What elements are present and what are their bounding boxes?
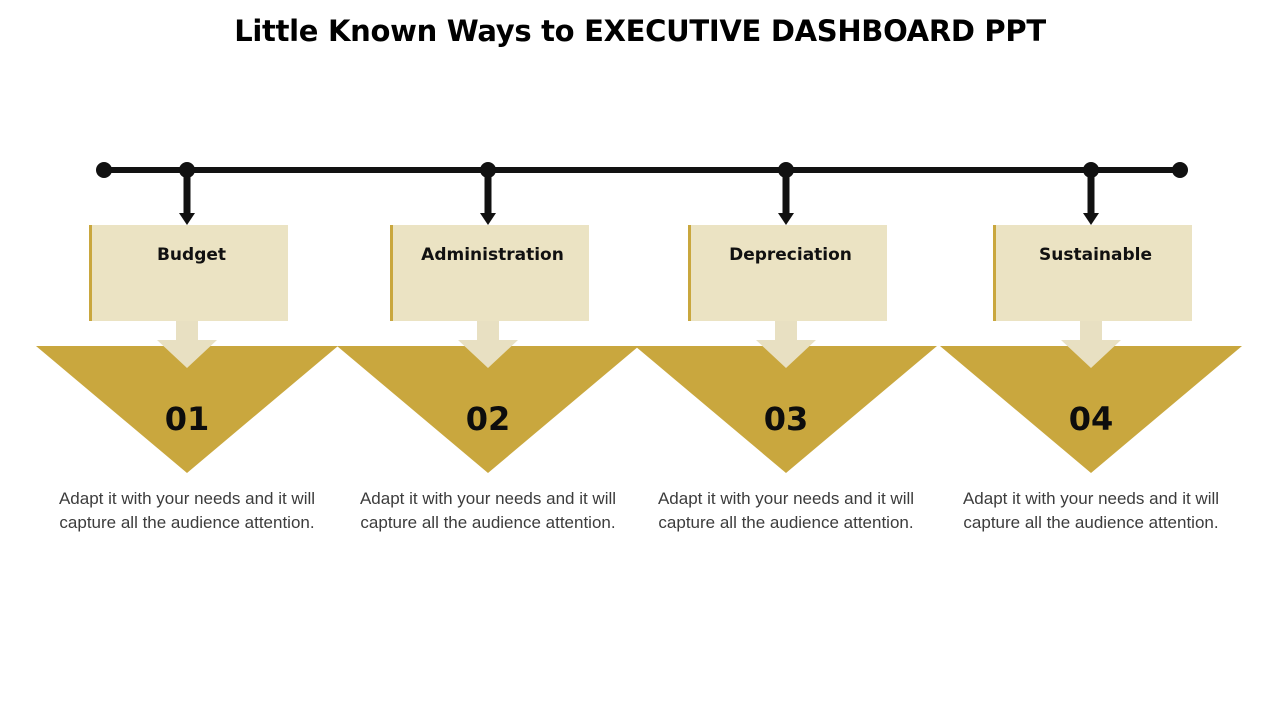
step-card-3: Depreciation [688, 225, 887, 321]
step-description-2: Adapt it with your needs and it will cap… [359, 489, 617, 532]
step-label-3: Depreciation [729, 245, 852, 265]
step-description-4: Adapt it with your needs and it will cap… [962, 489, 1220, 532]
step-number-3: 03 [763, 400, 809, 438]
inner-down-arrow-icon-2 [458, 318, 518, 368]
step-card-1: Budget [89, 225, 288, 321]
steps-container: Budget 01 Adapt it with your needs and i… [0, 0, 1280, 720]
step-item-4[interactable]: Sustainable 04 Adapt it with your needs … [940, 0, 1242, 720]
step-label-4: Sustainable [1039, 245, 1152, 265]
step-item-2[interactable]: Administration 02 Adapt it with your nee… [337, 0, 639, 720]
inner-down-arrow-icon-3 [756, 318, 816, 368]
step-number-2: 02 [465, 400, 511, 438]
inner-down-arrow-icon-4 [1061, 318, 1121, 368]
inner-down-arrow-icon-1 [157, 318, 217, 368]
step-number-1: 01 [164, 400, 210, 438]
step-item-1[interactable]: Budget 01 Adapt it with your needs and i… [36, 0, 338, 720]
step-item-3[interactable]: Depreciation 03 Adapt it with your needs… [635, 0, 937, 720]
step-card-2: Administration [390, 225, 589, 321]
step-label-1: Budget [156, 245, 227, 265]
step-description-3: Adapt it with your needs and it will cap… [657, 489, 915, 532]
step-description-1: Adapt it with your needs and it will cap… [58, 489, 316, 532]
step-label-2: Administration [421, 245, 564, 265]
step-number-4: 04 [1068, 400, 1114, 438]
slide-canvas: Little Known Ways to EXECUTIVE DASHBOARD… [0, 0, 1280, 720]
step-card-4: Sustainable [993, 225, 1192, 321]
